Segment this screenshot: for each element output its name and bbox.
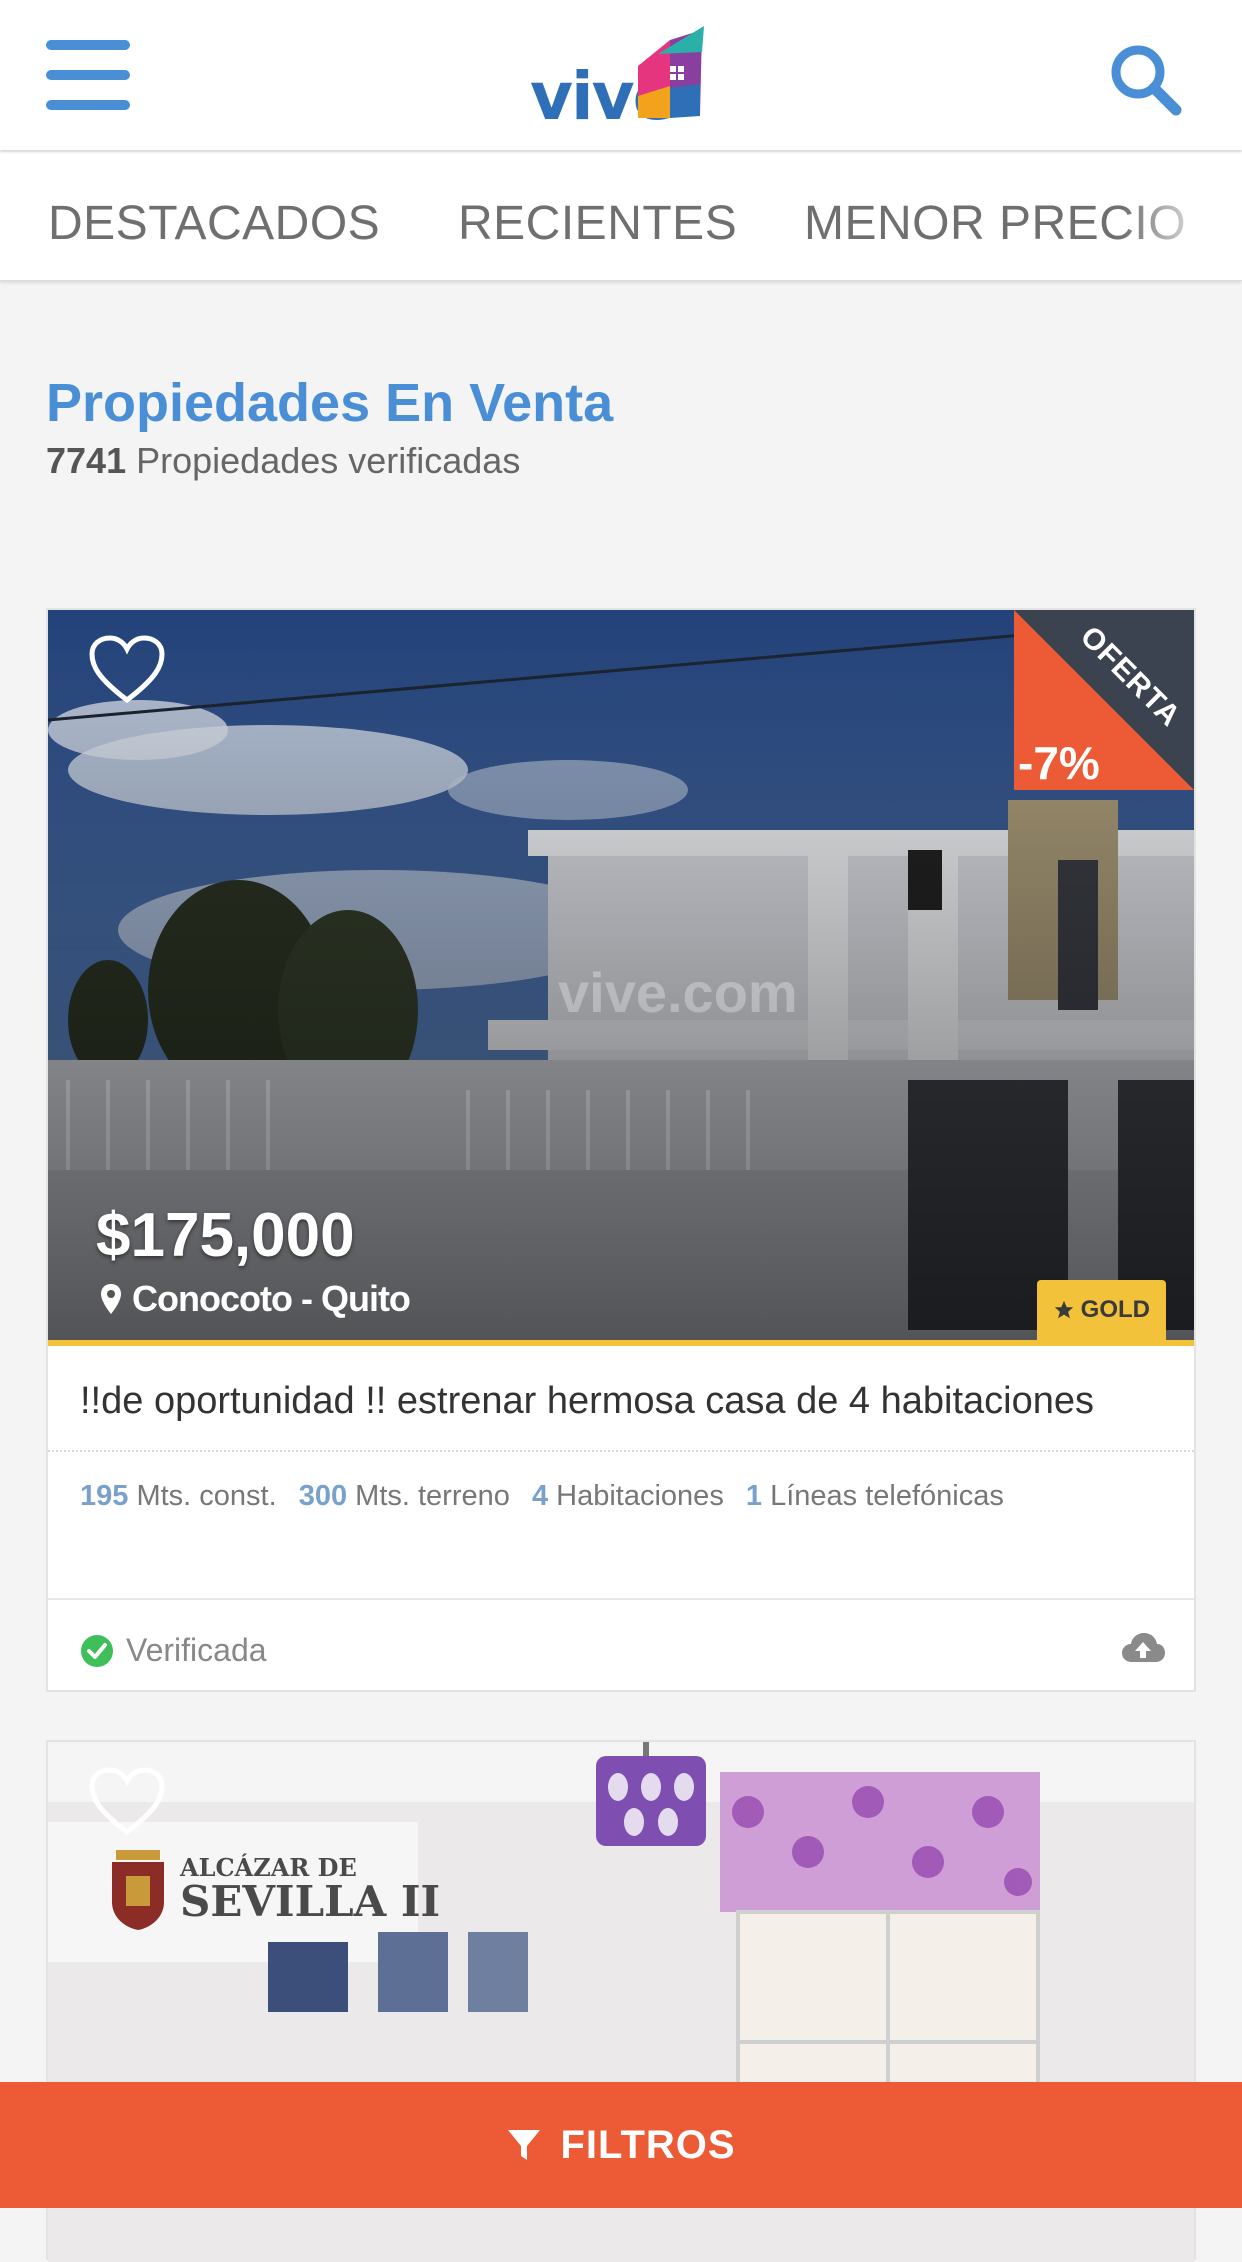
gold-divider bbox=[48, 1340, 1194, 1346]
page-title: Propiedades En Venta bbox=[46, 373, 614, 433]
cloud-upload-icon[interactable] bbox=[1120, 1628, 1166, 1668]
feature-built-area: 195 Mts. const. bbox=[80, 1480, 277, 1512]
sort-tabs: DESTACADOS RECIENTES MENOR PRECIO bbox=[0, 152, 1242, 281]
search-icon[interactable] bbox=[1108, 42, 1182, 116]
listing-card[interactable]: vive.com OFERTA -7% $175,000 Conocoto - … bbox=[46, 608, 1196, 1692]
coat-of-arms-icon bbox=[112, 1850, 164, 1930]
property-count-label: Propiedades verificadas bbox=[136, 440, 521, 481]
favorite-heart-icon[interactable] bbox=[88, 1766, 166, 1838]
filters-button[interactable]: FILTROS bbox=[0, 2082, 1242, 2208]
sevilla-logo: ALCÁZAR DE SEVILLA II bbox=[108, 1842, 440, 1932]
verified-status: Verificada bbox=[80, 1632, 267, 1669]
gold-badge-label: GOLD bbox=[1080, 1296, 1150, 1323]
listing-location: Conocoto - Quito bbox=[100, 1278, 411, 1320]
filters-label: FILTROS bbox=[560, 2122, 736, 2167]
feature-land-area: 300 Mts. terreno bbox=[298, 1480, 510, 1512]
favorite-heart-icon[interactable] bbox=[88, 634, 166, 706]
verified-check-icon bbox=[81, 1634, 113, 1667]
feature-phone-lines: 1 Líneas telefónicas bbox=[745, 1480, 1004, 1512]
photo-logo-line2: SEVILLA II bbox=[180, 1876, 441, 1926]
tabs-fade-overlay bbox=[1122, 152, 1242, 280]
star-icon bbox=[1054, 1300, 1073, 1319]
dotted-divider bbox=[48, 1450, 1194, 1452]
hamburger-menu-icon[interactable] bbox=[46, 40, 130, 110]
card-footer-divider bbox=[48, 1598, 1194, 1600]
offer-discount: -7% bbox=[1018, 737, 1100, 789]
tab-recientes[interactable]: RECIENTES bbox=[458, 196, 737, 251]
app-header: vive bbox=[0, 0, 1242, 150]
tab-destacados[interactable]: DESTACADOS bbox=[48, 196, 380, 251]
feature-rooms: 4 Habitaciones bbox=[531, 1480, 724, 1512]
gold-badge: GOLD bbox=[1036, 1280, 1166, 1340]
property-count: 7741 bbox=[46, 440, 127, 481]
vive-logo[interactable]: vive bbox=[530, 20, 720, 135]
location-text: Conocoto - Quito bbox=[132, 1278, 411, 1319]
listing-features: 195 Mts. const. 300 Mts. terreno 4 Habit… bbox=[80, 1480, 1018, 1513]
filter-funnel-icon bbox=[508, 2130, 541, 2160]
verified-label: Verificada bbox=[126, 1632, 267, 1668]
photo-watermark: vive.com bbox=[558, 961, 798, 1024]
listing-price: $175,000 bbox=[96, 1201, 355, 1270]
location-pin-icon bbox=[101, 1284, 121, 1314]
listing-photo[interactable]: vive.com OFERTA -7% $175,000 Conocoto - … bbox=[48, 610, 1194, 1340]
house-logo-icon bbox=[638, 26, 704, 118]
offer-ribbon: OFERTA -7% bbox=[1014, 610, 1194, 790]
verified-count: 7741 Propiedades verificadas bbox=[46, 440, 520, 482]
listing-title[interactable]: !!de oportunidad !! estrenar hermosa cas… bbox=[80, 1380, 1170, 1423]
